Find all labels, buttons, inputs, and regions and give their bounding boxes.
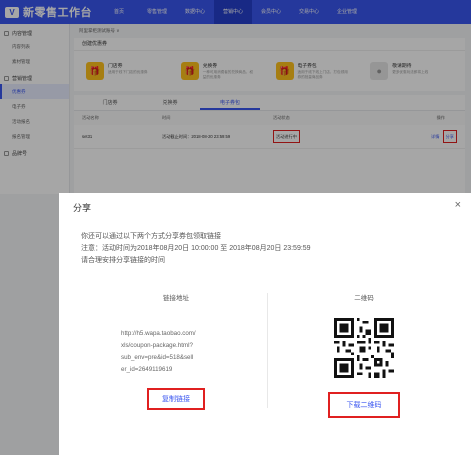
- instruction-line: 你还可以通过以下两个方式分享券包领取链接: [81, 233, 221, 240]
- link-section-title: 链接地址: [163, 295, 189, 302]
- download-qr-button[interactable]: 下载二维码: [347, 400, 382, 410]
- url-line: http://h5.wapa.taobao.com/: [121, 330, 196, 337]
- instruction-line: 请合理安排分享链接的时间: [81, 257, 165, 264]
- qr-code-icon: [334, 318, 394, 378]
- copy-link-button[interactable]: 复制链接: [162, 394, 190, 404]
- notice-line: 注意：活动时间为2018年08月20日 10:00:00 至 2018年08月2…: [81, 245, 311, 252]
- download-qr-highlight: 下载二维码: [328, 392, 400, 418]
- share-url[interactable]: http://h5.wapa.taobao.com/ xls/coupon-pa…: [121, 328, 231, 376]
- qr-section: 二维码 下载二维码: [274, 288, 454, 428]
- share-instructions: 你还可以通过以下两个方式分享券包领取链接 注意：活动时间为2018年08月20日…: [81, 231, 311, 267]
- url-line: sub_env=pre&id=518&sell: [121, 354, 194, 361]
- qr-section-title: 二维码: [354, 295, 374, 302]
- url-line: xls/coupon-package.html?: [121, 342, 193, 349]
- share-modal: 分享 × 你还可以通过以下两个方式分享券包领取链接 注意：活动时间为2018年0…: [59, 193, 471, 455]
- close-icon[interactable]: ×: [455, 199, 461, 211]
- copy-link-highlight: 复制链接: [147, 388, 205, 410]
- link-section: 链接地址 http://h5.wapa.taobao.com/ xls/coup…: [81, 288, 271, 428]
- url-line: er_id=2649119619: [121, 366, 173, 373]
- modal-title: 分享: [73, 203, 92, 213]
